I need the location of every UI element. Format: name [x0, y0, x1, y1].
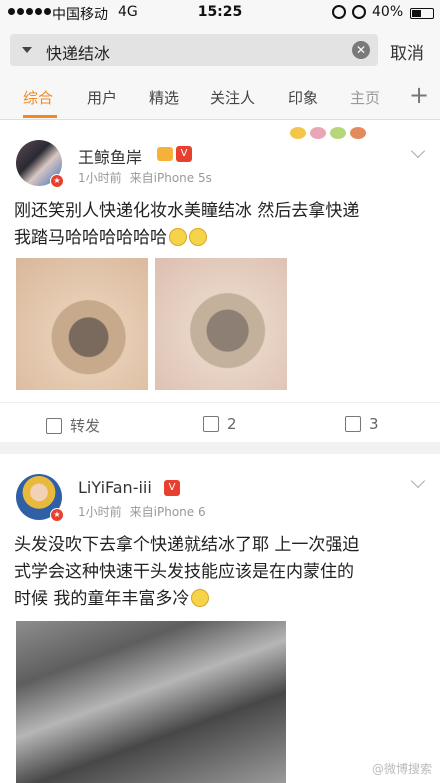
tab-impressions[interactable]: 印象: [288, 87, 318, 108]
chevron-down-icon[interactable]: [410, 143, 426, 159]
post-image[interactable]: [16, 621, 286, 783]
post-meta: 1小时前 来自iPhone 5s: [78, 169, 212, 186]
post-action-bar: 转发 2 3: [0, 402, 440, 444]
post-card[interactable]: ★ 王鲸鱼岸 V 1小时前 来自iPhone 5s 刚还笑别人快递化妆水美瞳结冰 …: [0, 120, 440, 442]
repost-button[interactable]: 转发: [46, 415, 100, 436]
rotation-lock-icon: [332, 5, 346, 19]
post-text: 刚还笑别人快递化妆水美瞳结冰 然后去拿快递 我踏马哈哈哈哈哈哈: [14, 201, 360, 248]
cancel-button[interactable]: 取消: [390, 39, 424, 64]
post-image[interactable]: [16, 258, 148, 390]
post-card[interactable]: ★ LiYiFan-iii V 1小时前 来自iPhone 6 头发没吹下去拿个快…: [0, 454, 440, 783]
tab-users[interactable]: 用户: [87, 87, 117, 108]
active-tab-indicator: [23, 115, 57, 118]
tab-featured[interactable]: 精选: [149, 87, 179, 108]
member-icon: V: [164, 480, 180, 496]
post-source: 来自iPhone 6: [129, 505, 206, 519]
search-input[interactable]: 快递结冰 ✕: [10, 34, 378, 66]
verified-badge-icon: ★: [50, 174, 64, 188]
like-button[interactable]: 3: [345, 415, 379, 433]
username[interactable]: LiYiFan-iii: [78, 478, 152, 497]
verified-badge-icon: ★: [50, 508, 64, 522]
post-image[interactable]: [155, 258, 287, 390]
comment-button[interactable]: 2: [203, 415, 237, 433]
vip-crown-icon: [157, 147, 173, 161]
post-meta: 1小时前 来自iPhone 6: [78, 503, 206, 520]
alarm-icon: [352, 5, 366, 19]
card-decoration: [290, 122, 420, 144]
battery-icon: [410, 8, 434, 19]
add-tab-icon[interactable]: +: [409, 81, 429, 109]
thumbs-up-icon: [345, 416, 361, 432]
post-source: 来自iPhone 5s: [129, 171, 212, 185]
post-time: 1小时前: [78, 171, 122, 185]
member-icon: V: [176, 146, 192, 162]
search-type-dropdown-icon[interactable]: [22, 47, 32, 53]
tab-followed[interactable]: 关注人: [210, 87, 255, 108]
search-query-text[interactable]: 快递结冰: [46, 40, 110, 64]
chevron-down-icon[interactable]: [410, 473, 426, 489]
emoji-icon: [189, 228, 207, 246]
emoji-icon: [169, 228, 187, 246]
tab-comprehensive[interactable]: 综合: [23, 87, 53, 108]
post-text: 头发没吹下去拿个快递就结冰了耶 上一次强迫 式学会这种快速干头发技能应该是在内蒙…: [14, 535, 360, 609]
comment-icon: [203, 416, 219, 432]
search-bar: 快递结冰 ✕ 取消: [0, 26, 440, 74]
repost-icon: [46, 417, 62, 434]
status-bar: 中国移动 4G 15:25 40%: [0, 0, 440, 26]
battery-percent: 40%: [372, 4, 404, 20]
username[interactable]: 王鲸鱼岸: [78, 144, 142, 168]
tab-homepage[interactable]: 主页: [350, 87, 380, 108]
emoji-icon: [191, 589, 210, 607]
clear-icon[interactable]: ✕: [352, 41, 370, 59]
post-time: 1小时前: [78, 505, 122, 519]
watermark: @微博搜索: [371, 762, 432, 776]
search-tabs: 综合 用户 精选 关注人 印象 主页 +: [0, 74, 440, 120]
